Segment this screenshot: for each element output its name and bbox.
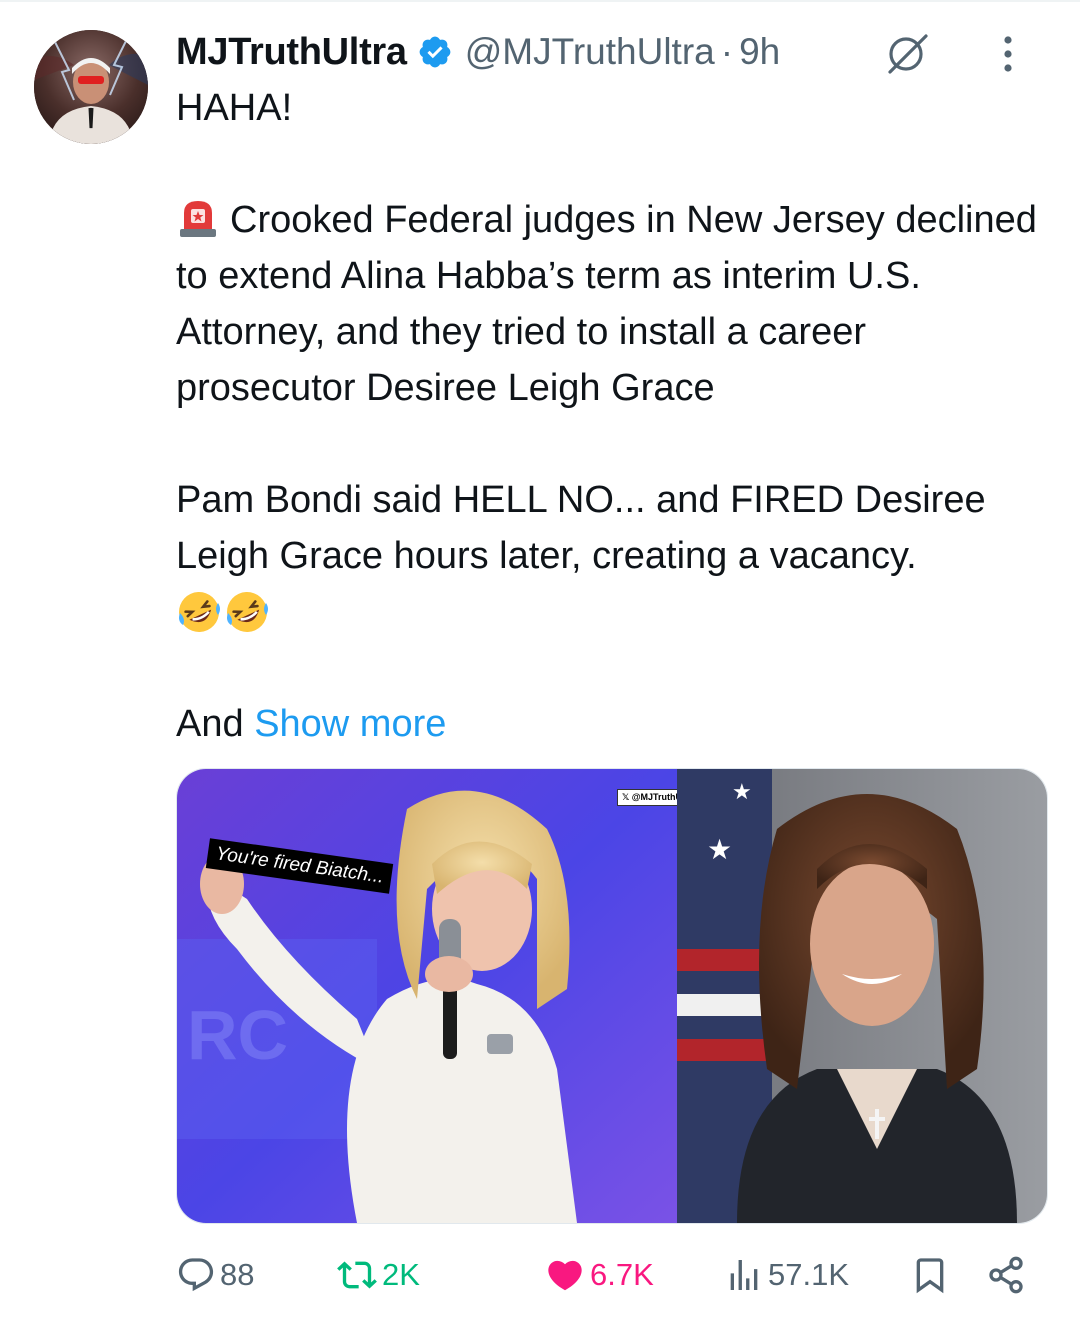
reply-icon [178,1258,214,1292]
media-photo-left: RC You're fired Biatch... 𝕏 @MJTruthUltr… [177,769,702,1223]
truncated-text: And [176,703,244,745]
bookmark-icon [916,1258,944,1294]
handle[interactable]: @MJTruthUltra [465,31,715,73]
heart-icon [548,1260,582,1291]
views-count: 57.1K [768,1257,850,1292]
tweet-paragraph-judges-text: Crooked Federal judges in New Jersey dec… [176,199,1037,409]
rolling-on-floor-laughing-emoji [227,592,268,632]
svg-text:★: ★ [707,833,732,866]
like-button[interactable]: 6.7K [544,1250,654,1300]
reply-button[interactable]: 88 [176,1250,254,1300]
separator: · [720,31,734,72]
display-name[interactable]: MJTruthUltra [176,31,407,74]
share-icon [989,1256,1023,1294]
show-more-link[interactable]: Show more [254,703,446,745]
tweet-paragraph-judges: Crooked Federal judges in New Jersey dec… [176,192,1056,416]
svg-text:RC: RC [187,996,288,1074]
avatar[interactable] [34,30,148,144]
retweet-button[interactable]: 2K [336,1250,420,1300]
retweet-count: 2K [382,1257,420,1292]
reply-count: 88 [220,1257,255,1292]
top-divider [0,0,1080,2]
more-vertical-icon[interactable] [1002,34,1014,74]
action-bar: 88 2K 6.7K 57.1K [176,1250,1046,1300]
share-button[interactable] [986,1250,1030,1300]
views-button[interactable]: 57.1K [724,1250,849,1300]
police-siren-emoji [176,197,220,239]
like-count: 6.7K [590,1257,654,1292]
tweet-paragraph-bondi: Pam Bondi said HELL NO... and FIRED Desi… [176,479,986,577]
views-icon [730,1260,758,1290]
retweet-icon [337,1261,377,1289]
verified-badge-icon [417,34,453,70]
svg-text:★: ★ [732,780,752,805]
timestamp[interactable]: 9h [739,31,780,73]
media-photo-right: ★ ★ [677,769,1047,1223]
grok-icon[interactable] [884,30,932,76]
tweet-truncated-line: And Show more [176,696,1056,752]
emoji-row [176,584,1056,640]
tweet-line-haha: HAHA! [176,87,293,129]
rolling-on-floor-laughing-emoji [179,592,220,632]
bookmark-button[interactable] [910,1250,954,1300]
media-image[interactable]: RC You're fired Biatch... 𝕏 @MJTruthUltr… [176,768,1048,1224]
tweet-text: HAHA! Crooked Federal judges in New Jers… [176,80,1056,752]
tweet-header: MJTruthUltra @MJTruthUltra · 9h [176,24,1060,80]
